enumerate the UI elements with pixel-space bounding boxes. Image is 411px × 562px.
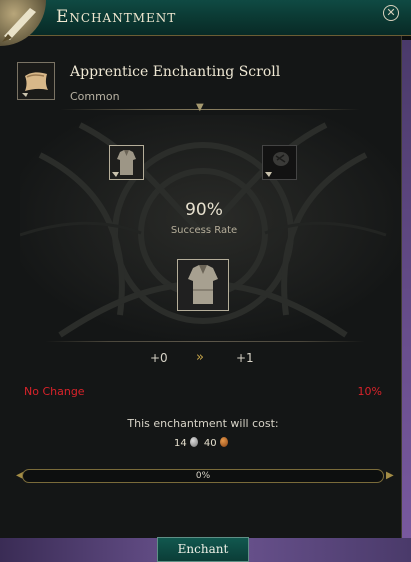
double-chevron-right-icon: » [196, 350, 204, 365]
copper-amount: 40 [203, 438, 217, 449]
armor-icon [110, 146, 143, 179]
cost-amount: 14 40 [174, 437, 231, 449]
enchant-button[interactable]: Enchant [157, 537, 249, 562]
cost-label: This enchantment will cost: [127, 417, 279, 430]
chevron-down-icon: ▼ [196, 102, 204, 113]
window-title: Enchantment [56, 7, 177, 27]
progress-text: 0% [195, 471, 211, 481]
title-bar: Enchantment ✕ [0, 0, 411, 46]
silver-amount: 14 [174, 438, 187, 449]
enchant-progress-bar: 0% [22, 469, 384, 483]
scroll-icon[interactable] [17, 62, 55, 100]
success-rate-value: 90% [185, 200, 223, 220]
current-level: +0 [150, 351, 168, 365]
divider [60, 109, 360, 110]
item-rarity: Common [70, 90, 120, 103]
failure-outcome-label: No Change [24, 385, 85, 398]
reagent-icon [263, 146, 296, 179]
success-rate-label: Success Rate [170, 225, 238, 236]
enchant-target-slot[interactable] [177, 259, 229, 311]
silver-coin-icon [189, 437, 198, 447]
failure-chance: 10% [357, 385, 382, 398]
enchant-quill-icon [0, 0, 46, 46]
reagent-slot[interactable] [262, 145, 297, 180]
armor-icon [178, 260, 228, 310]
enchantment-window: Enchantment ✕ Apprentice Enchanting Scro… [0, 0, 411, 538]
divider [45, 341, 365, 342]
next-level: +1 [236, 351, 254, 365]
progress-cap-right: ▶ [386, 470, 394, 481]
close-icon[interactable]: ✕ [383, 5, 399, 21]
item-name: Apprentice Enchanting Scroll [70, 64, 281, 80]
copper-coin-icon [219, 437, 228, 447]
backdrop-right [402, 40, 411, 562]
equipment-slot[interactable] [109, 145, 144, 180]
